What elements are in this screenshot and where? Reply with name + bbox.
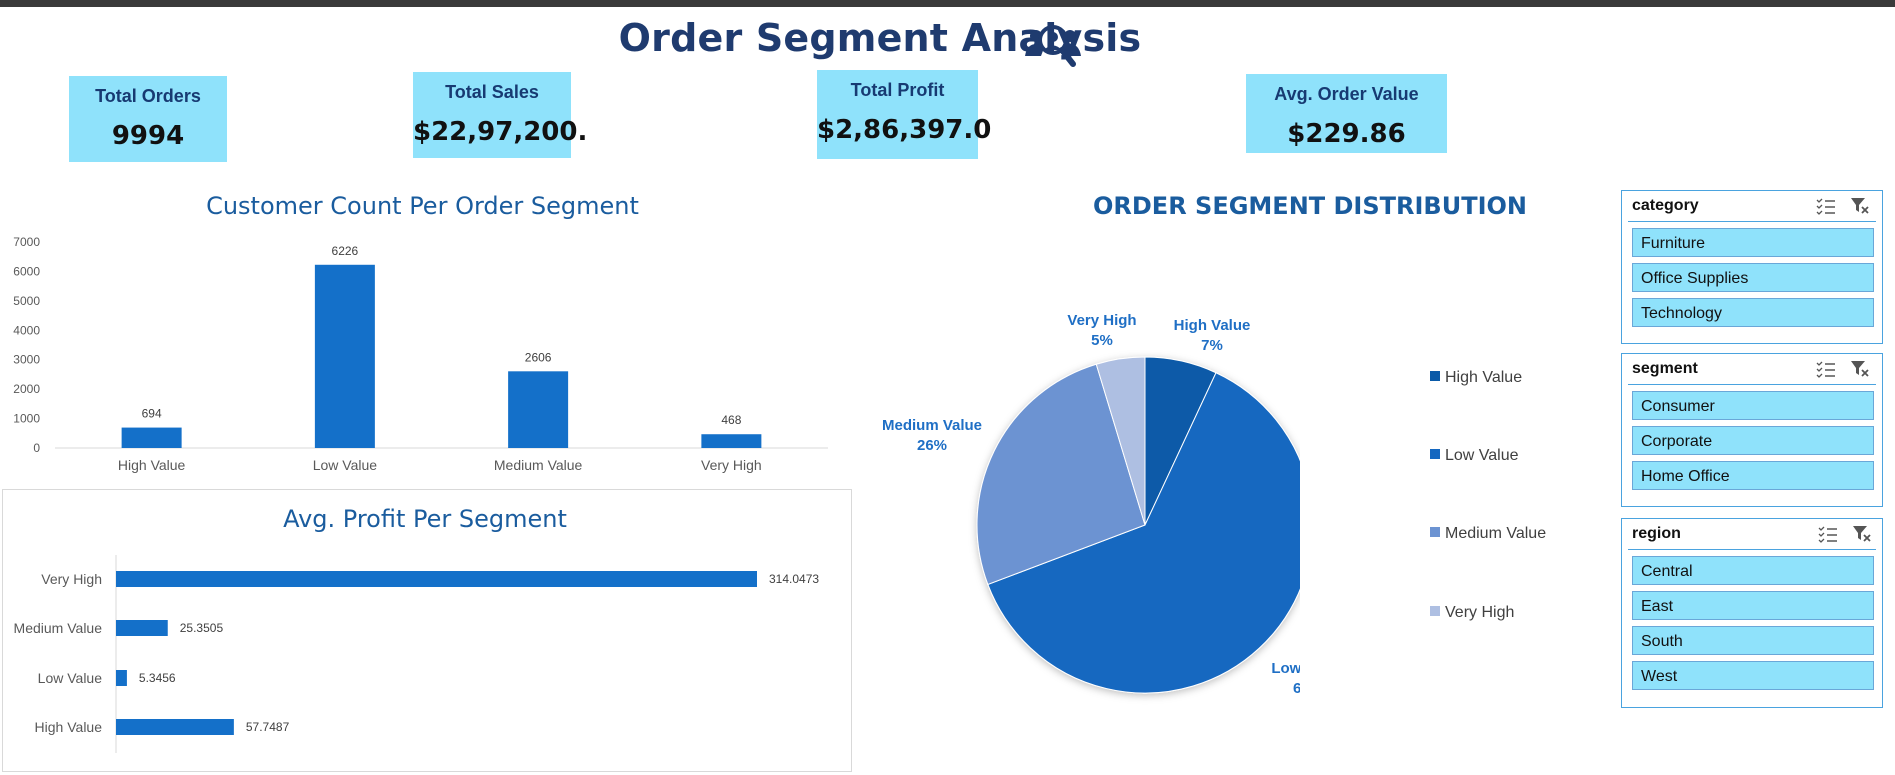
legend-swatch xyxy=(1430,448,1440,459)
pie-percent: 5% xyxy=(1091,332,1113,349)
x-tick-label: Low Value xyxy=(313,457,378,473)
pie-label: Low Value xyxy=(1271,660,1300,677)
y-tick-label: 1000 xyxy=(13,412,40,426)
multi-select-icon[interactable] xyxy=(1816,197,1836,215)
slicer-item-corporate[interactable]: Corporate xyxy=(1632,426,1874,455)
legend-label: High Value xyxy=(1445,369,1523,386)
bar xyxy=(508,371,569,448)
pie-percent: 7% xyxy=(1201,337,1223,354)
legend-label: Low Value xyxy=(1445,447,1519,464)
slicer-title: category xyxy=(1632,197,1699,214)
slicer-category: category Furniture Office Supplies Techn… xyxy=(1621,190,1883,344)
y-tick-label: 5000 xyxy=(13,294,40,308)
legend-swatch xyxy=(1430,605,1440,616)
data-label: 2606 xyxy=(525,350,552,364)
slicer-item-technology[interactable]: Technology xyxy=(1632,298,1874,327)
data-label: 25.3505 xyxy=(180,621,224,635)
slicer-header: region xyxy=(1628,519,1876,550)
column-chart-title: Customer Count Per Order Segment xyxy=(206,192,639,220)
multi-select-icon[interactable] xyxy=(1818,525,1838,543)
pie-slices xyxy=(976,356,1300,694)
multi-select-icon[interactable] xyxy=(1816,360,1836,378)
kpi-avg-order-value: Avg. Order Value $229.86 xyxy=(1246,74,1447,153)
column-chart: 0 1000 2000 3000 4000 5000 6000 7000 694 High Val… xyxy=(13,235,828,473)
slicer-header: segment xyxy=(1628,354,1876,385)
kpi-label: Total Sales xyxy=(445,82,539,102)
slicer-item-furniture[interactable]: Furniture xyxy=(1632,228,1874,257)
pie-chart-title: ORDER SEGMENT DISTRIBUTION xyxy=(1093,192,1527,220)
slicer-title: segment xyxy=(1632,360,1698,377)
y-tick-label: Very High xyxy=(41,571,102,587)
slicer-region: region Central East South West xyxy=(1621,518,1883,708)
slicer-item-consumer[interactable]: Consumer xyxy=(1632,391,1874,420)
clear-filter-icon[interactable] xyxy=(1852,525,1872,543)
legend-swatch xyxy=(1430,526,1440,537)
y-tick-label: 2000 xyxy=(13,382,40,396)
data-label: 57.7487 xyxy=(246,720,290,734)
legend-label: Very High xyxy=(1445,604,1515,621)
data-label: 6226 xyxy=(332,244,359,258)
bar-chart-title: Avg. Profit Per Segment xyxy=(283,505,567,533)
window-top-border xyxy=(0,0,1895,7)
kpi-total-profit: Total Profit $2,86,397.0 xyxy=(817,70,992,159)
legend-swatch xyxy=(1430,370,1440,381)
data-label: 5.3456 xyxy=(139,671,176,685)
x-tick-label: High Value xyxy=(118,457,186,473)
kpi-total-sales: Total Sales $22,97,200. xyxy=(413,72,588,158)
pie-label: Medium Value xyxy=(882,417,982,434)
kpi-value: $2,86,397.0 xyxy=(817,115,992,145)
bar xyxy=(121,427,182,448)
legend-item: High Value xyxy=(1430,369,1522,387)
clear-filter-icon[interactable] xyxy=(1850,360,1870,378)
bar xyxy=(314,264,375,448)
y-tick-label: 7000 xyxy=(13,235,40,249)
legend-label: Medium Value xyxy=(1445,525,1547,542)
slicer-item-office-supplies[interactable]: Office Supplies xyxy=(1632,263,1874,292)
pie-label: Very High xyxy=(1067,312,1136,329)
data-label: 694 xyxy=(142,407,162,421)
slicer-item-south[interactable]: South xyxy=(1632,626,1874,655)
kpi-value: 9994 xyxy=(111,121,185,151)
x-tick-label: Very High xyxy=(701,457,762,473)
kpi-label: Total Orders xyxy=(95,86,201,106)
slicer-header: category xyxy=(1628,191,1876,222)
y-tick-label: Medium Value xyxy=(14,620,103,636)
kpi-label: Avg. Order Value xyxy=(1274,84,1419,104)
legend-item: Medium Value xyxy=(1430,525,1546,543)
slicer-item-home-office[interactable]: Home Office xyxy=(1632,461,1874,490)
legend-item: Very High xyxy=(1430,604,1514,622)
pie-percent: 62% xyxy=(1293,680,1300,697)
y-tick-label: 0 xyxy=(33,441,40,455)
pie-percent: 26% xyxy=(917,437,947,454)
kpi-value: $22,97,200. xyxy=(413,117,588,147)
clear-filter-icon[interactable] xyxy=(1850,197,1870,215)
pie-chart: High Value 7% Low Value 62% Medium Value 26% V… xyxy=(882,312,1300,697)
slicer-item-east[interactable]: East xyxy=(1632,591,1874,620)
bar xyxy=(701,434,762,448)
bar-chart: Very High 314.0473 Medium Value 25.3505 Low … xyxy=(14,555,819,753)
kpi-label: Total Profit xyxy=(850,80,945,100)
kpi-total-orders: Total Orders 9994 xyxy=(69,76,227,162)
slicer-segment: segment Consumer Corporate Home Office xyxy=(1621,353,1883,507)
y-tick-label: Low Value xyxy=(38,670,103,686)
bar xyxy=(116,620,168,636)
bar xyxy=(116,719,234,735)
slicer-item-west[interactable]: West xyxy=(1632,661,1874,690)
y-tick-label: High Value xyxy=(35,719,103,735)
y-tick-label: 4000 xyxy=(13,323,40,337)
bar xyxy=(116,571,757,587)
pie-label: High Value xyxy=(1174,317,1251,334)
slicer-title: region xyxy=(1632,525,1681,542)
y-tick-label: 6000 xyxy=(13,264,40,278)
y-tick-label: 3000 xyxy=(13,353,40,367)
x-tick-label: Medium Value xyxy=(494,457,583,473)
people-search-icon xyxy=(1025,25,1081,67)
slicer-item-central[interactable]: Central xyxy=(1632,556,1874,585)
kpi-value: $229.86 xyxy=(1287,119,1406,149)
data-label: 314.0473 xyxy=(769,572,819,586)
bar xyxy=(116,670,127,686)
legend-item: Low Value xyxy=(1430,447,1519,465)
data-label: 468 xyxy=(721,413,741,427)
